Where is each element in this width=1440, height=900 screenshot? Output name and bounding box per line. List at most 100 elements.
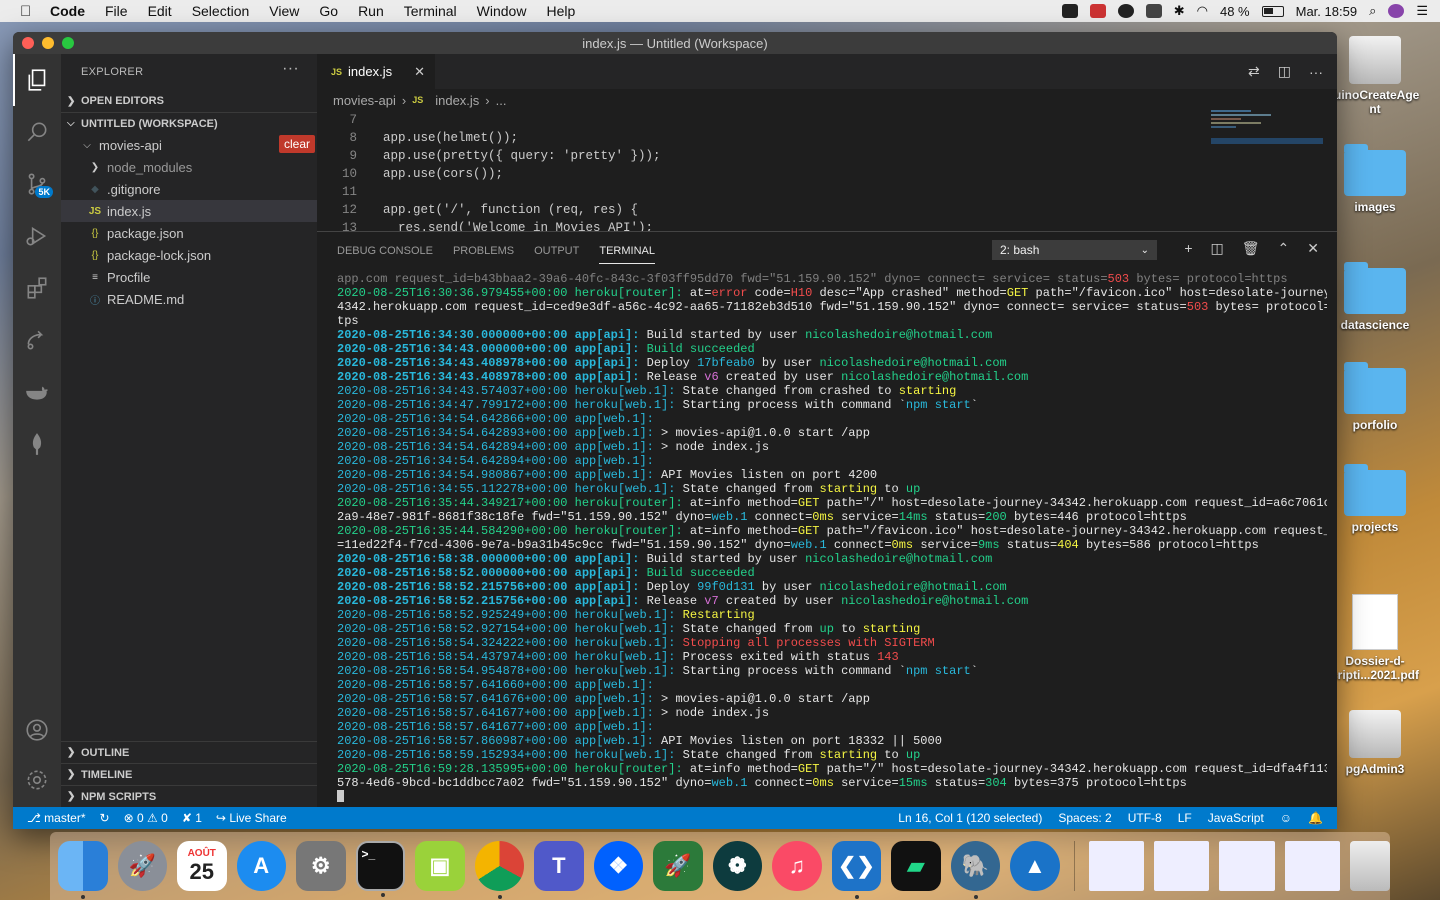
tree-item-index-js[interactable]: JS index.js [61,200,317,222]
vscode-icon[interactable]: ❮❯ [831,841,882,899]
tab-output[interactable]: OUTPUT [534,245,579,257]
cube-app-icon[interactable]: ▣ [415,841,465,891]
search-icon[interactable] [13,106,61,158]
open-editors-section[interactable]: ❯ OPEN EDITORS [61,90,317,112]
split-editor-icon[interactable]: ◫ [1278,63,1291,80]
tab-index-js[interactable]: JS index.js ✕ [317,54,435,89]
creative-cloud-icon[interactable] [1089,4,1106,18]
postgresql-icon[interactable]: 🐘 [950,841,1001,899]
chrome-icon[interactable] [474,841,525,899]
teams-icon[interactable]: T [534,841,584,891]
status-app-icon[interactable] [1061,4,1078,18]
more-actions-icon[interactable]: ··· [1309,64,1323,80]
maximize-panel-icon[interactable]: ⌃ [1278,240,1290,257]
music-icon[interactable]: ♫ [772,841,822,891]
pycharm-icon[interactable]: ▰ [891,841,941,891]
end-of-line[interactable]: LF [1178,811,1192,825]
spotlight-icon[interactable]: ⌕ [1369,3,1376,19]
close-window-button[interactable] [22,37,34,49]
apple-icon[interactable]:  [20,3,38,20]
recent-document-icon[interactable] [1154,841,1210,891]
breadcrumb-symbol[interactable]: ... [496,93,507,108]
terminal-output[interactable]: app.com request_id=b43bbaa2-39a6-40fc-84… [337,272,1327,802]
minimize-window-button[interactable] [42,37,54,49]
clock[interactable]: Mar. 18:59 [1296,4,1357,19]
clear-button[interactable]: clear [278,135,315,153]
close-panel-icon[interactable]: ✕ [1307,240,1319,257]
timeline-section[interactable]: ❯ TIMELINE [61,763,317,785]
wifi-icon[interactable]: ◠ [1197,3,1208,19]
recent-document-icon[interactable] [1088,841,1145,891]
close-tab-icon[interactable]: ✕ [414,64,425,80]
encoding[interactable]: UTF-8 [1128,811,1162,825]
title-bar[interactable]: index.js — Untitled (Workspace) [13,32,1337,54]
recent-document-icon[interactable] [1219,841,1275,891]
accounts-icon[interactable] [13,704,61,756]
menu-app[interactable]: Code [50,3,85,19]
menu-window[interactable]: Window [477,3,527,19]
tree-item-gitignore[interactable]: ◆ .gitignore [61,178,317,200]
menu-run[interactable]: Run [358,3,384,19]
breadcrumb-file[interactable]: index.js [435,93,479,108]
rocket-app-icon[interactable]: 🚀 [653,841,703,891]
breadcrumb-folder[interactable]: movies-api [333,93,396,108]
more-actions-icon[interactable]: ··· [282,60,299,78]
source-control-icon[interactable]: 5K [13,158,61,210]
tree-item-procfile[interactable]: ≡ Procfile [61,266,317,288]
run-debug-icon[interactable] [13,210,61,262]
dropbox-icon[interactable]: ❖ [593,841,644,891]
launchpad-icon[interactable]: 🚀 [117,841,167,891]
language-mode[interactable]: JavaScript [1208,811,1264,825]
compare-changes-icon[interactable]: ⇄ [1248,63,1260,80]
menu-file[interactable]: File [105,3,128,19]
tree-item-package-lock-json[interactable]: {} package-lock.json [61,244,317,266]
recent-document-icon[interactable] [1284,841,1341,891]
menu-terminal[interactable]: Terminal [404,3,457,19]
desktop-folder-datascience[interactable]: datascience [1330,262,1420,332]
menu-view[interactable]: View [269,3,299,19]
tab-debug-console[interactable]: DEBUG CONSOLE [337,245,433,257]
calendar-icon[interactable]: AOÛT 25 [177,841,227,891]
desktop-pdf-file[interactable]: Dossier-d-cripti...2021.pdf [1330,594,1420,682]
folder-movies-api[interactable]: ⌵ movies-api clear [61,134,317,156]
notifications-bell-icon[interactable]: 🔔 [1308,811,1323,825]
tab-terminal[interactable]: TERMINAL [599,245,655,264]
zoom-window-button[interactable] [62,37,74,49]
trash-icon[interactable]: 🗑 [1242,240,1260,257]
docker-icon[interactable] [1145,4,1162,18]
problems-status[interactable]: ⊗ 0 ⚠ 0 [124,811,168,825]
sync-icon[interactable]: ↻ [100,811,110,825]
desktop-folder-images[interactable]: images [1330,144,1420,214]
workspace-section[interactable]: ⌵ UNTITLED (WORKSPACE) [61,112,317,134]
bluetooth-icon[interactable]: ✱ [1174,3,1185,19]
extensions-icon[interactable] [13,262,61,314]
live-share-icon[interactable] [13,314,61,366]
notification-center-icon[interactable]: ☰ [1416,3,1428,19]
new-terminal-icon[interactable]: + [1184,240,1192,257]
docker-icon[interactable] [13,366,61,418]
system-preferences-icon[interactable]: ⚙ [296,841,346,891]
outline-section[interactable]: ❯ OUTLINE [61,741,317,763]
menu-selection[interactable]: Selection [192,3,250,19]
battery-icon[interactable] [1261,5,1284,17]
minimap[interactable] [1211,110,1323,150]
code-editor[interactable]: 7 8 app.use(helmet()); 9 app.use(pretty({ … [317,111,1337,231]
split-terminal-icon[interactable]: ◫ [1211,240,1224,257]
menu-help[interactable]: Help [546,3,575,19]
infinity-icon[interactable] [1117,4,1134,18]
menu-edit[interactable]: Edit [148,3,172,19]
menu-go[interactable]: Go [319,3,338,19]
desktop-disk-arduino[interactable]: luinoCreateAge nt [1330,36,1420,116]
indentation[interactable]: Spaces: 2 [1058,811,1111,825]
mountain-app-icon[interactable]: ▲ [1010,841,1060,891]
tree-item-node-modules[interactable]: ❯ node_modules [61,156,317,178]
tab-problems[interactable]: PROBLEMS [453,245,514,257]
settings-gear-icon[interactable] [13,754,61,806]
live-share-status[interactable]: ↪ Live Share [216,811,287,825]
finder-icon[interactable] [58,841,108,899]
siri-icon[interactable] [1388,4,1405,18]
battery-percent[interactable]: 48 % [1220,4,1250,19]
mongodb-icon[interactable] [13,418,61,470]
app-store-icon[interactable]: A [236,841,286,891]
branch-status[interactable]: ⎇ master* [27,811,86,825]
